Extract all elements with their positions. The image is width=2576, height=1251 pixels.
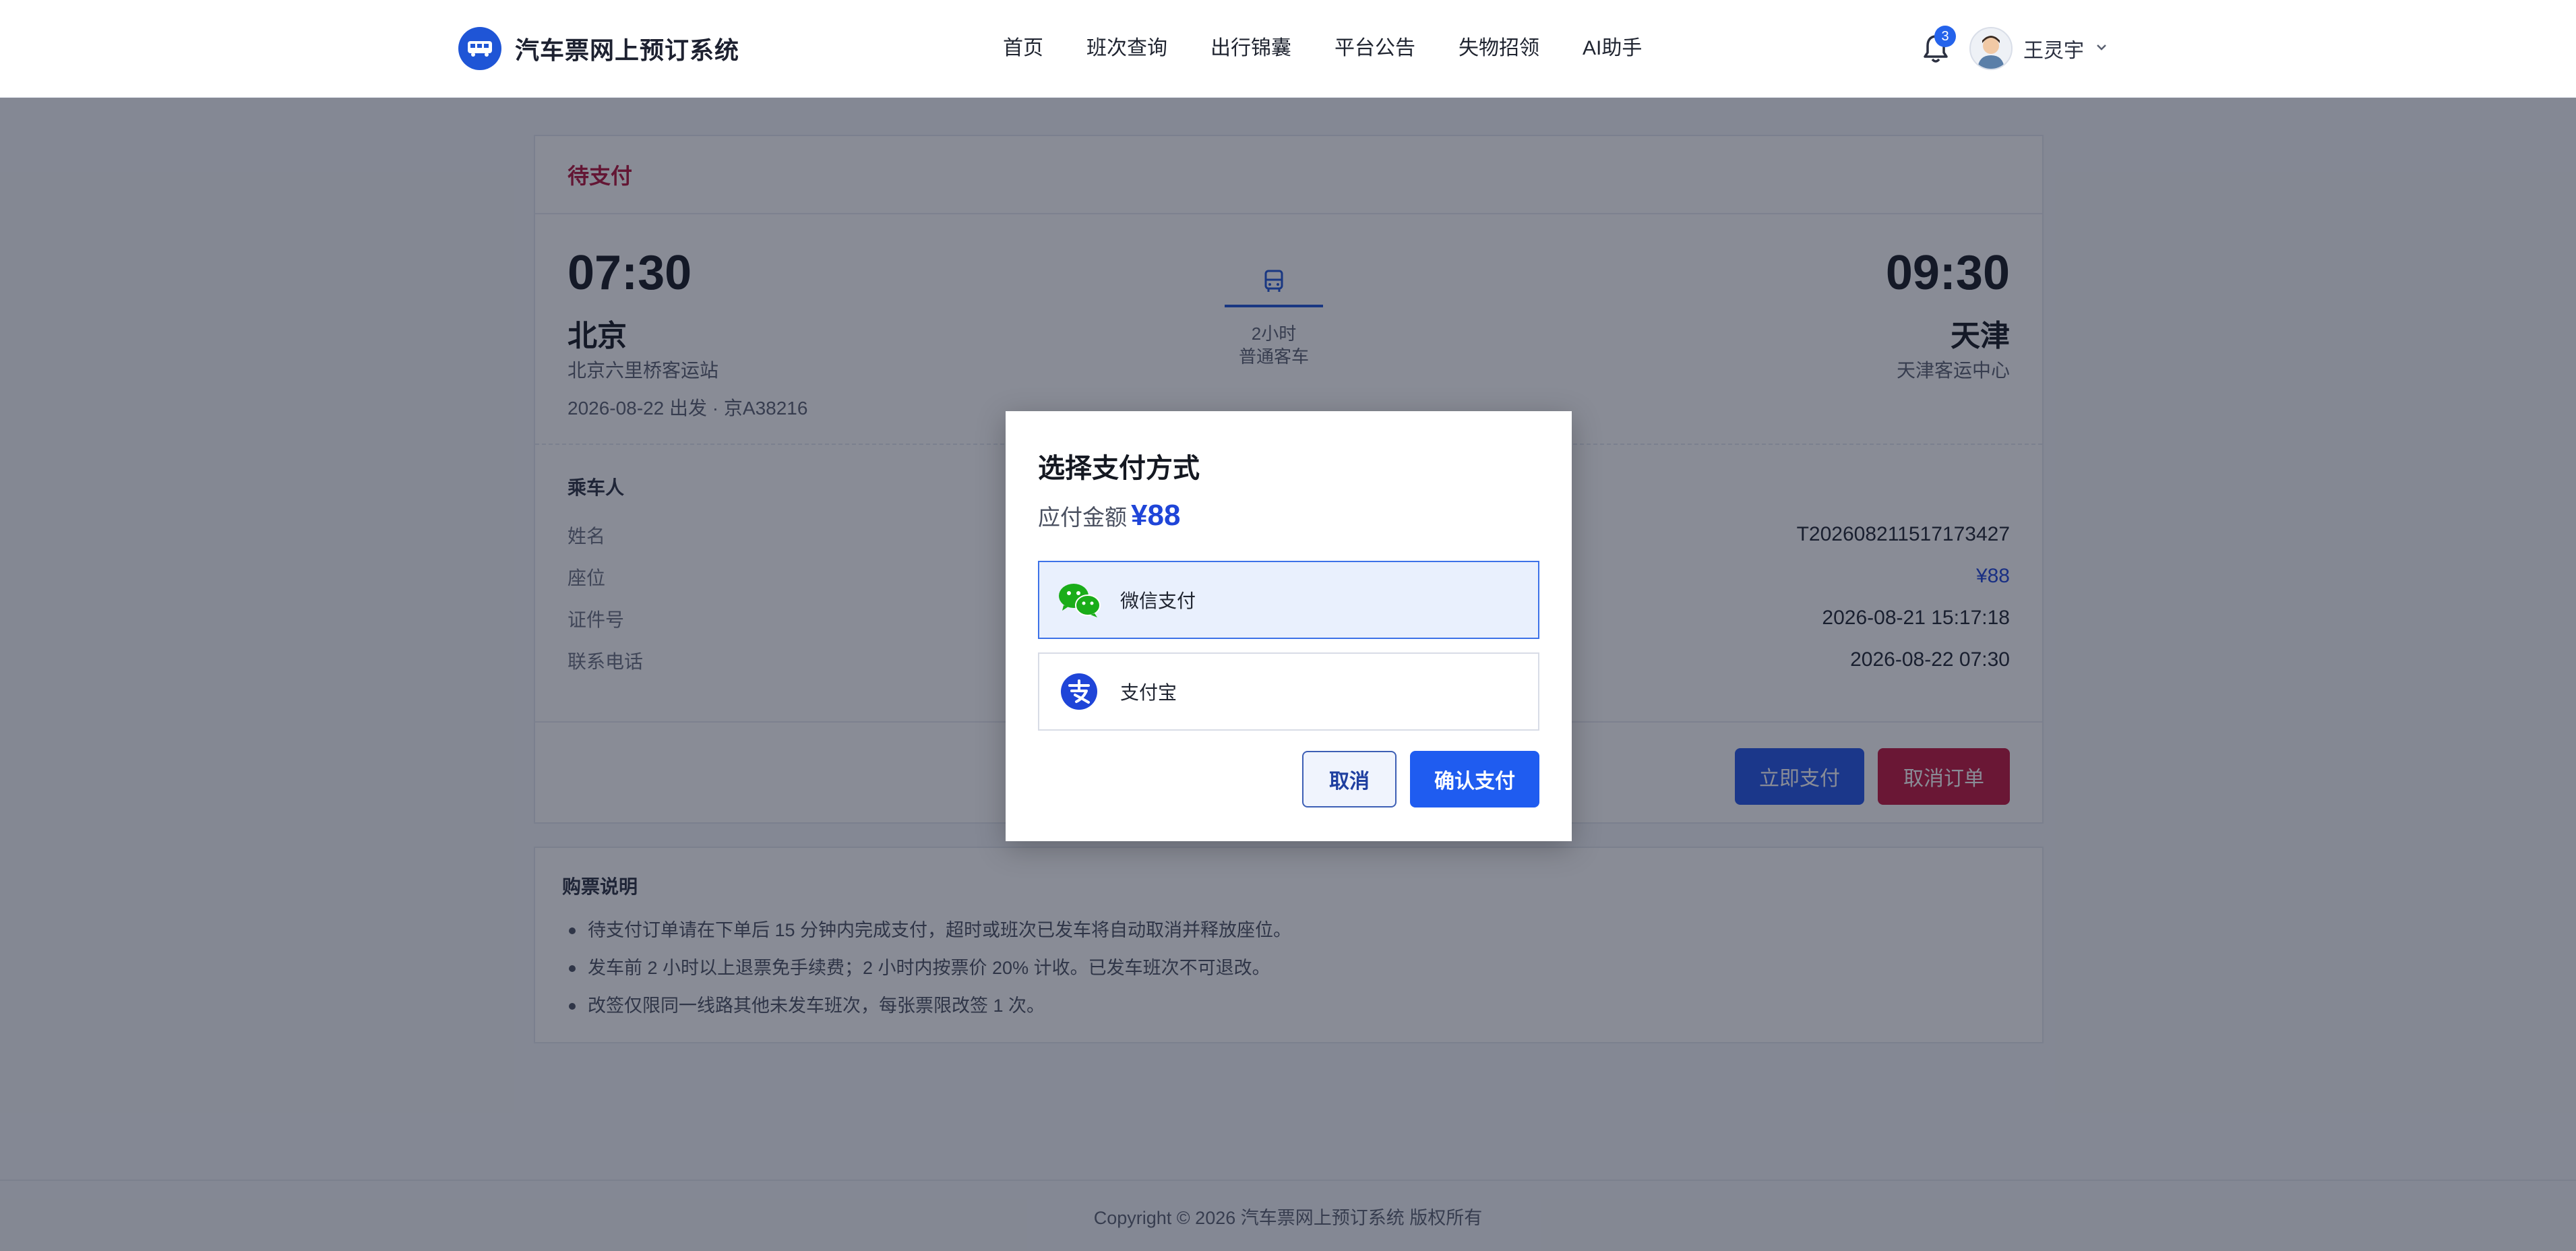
wechat-pay-option[interactable]: 微信支付 [1038, 561, 1539, 639]
nav-home[interactable]: 首页 [1003, 32, 1043, 65]
modal-cancel-button[interactable]: 取消 [1302, 751, 1397, 807]
wechat-pay-icon [1057, 578, 1101, 622]
confirm-payment-button[interactable]: 确认支付 [1410, 751, 1539, 807]
amount-value: ¥88 [1131, 499, 1181, 532]
nav-schedule-search[interactable]: 班次查询 [1086, 32, 1167, 65]
alipay-icon [1057, 669, 1101, 714]
payment-method-modal: 选择支付方式 应付金额 ¥88 微信支付 支付宝 取消 确认支付 [1006, 411, 1572, 841]
user-menu[interactable]: 王灵宇 [1969, 26, 2107, 71]
nav-travel-tips[interactable]: 出行锦囊 [1210, 32, 1291, 65]
nav-ai-assistant[interactable]: AI助手 [1583, 32, 1642, 65]
top-header: 汽车票网上预订系统 首页 班次查询 出行锦囊 平台公告 失物招领 AI助手 3 … [0, 0, 2576, 98]
main-nav: 首页 班次查询 出行锦囊 平台公告 失物招领 AI助手 [1003, 32, 1642, 65]
user-name: 王灵宇 [2023, 40, 2084, 62]
amount-row: 应付金额 ¥88 [1038, 499, 1180, 532]
modal-title: 选择支付方式 [1038, 454, 1200, 483]
alipay-label: 支付宝 [1120, 682, 1177, 703]
wechat-pay-label: 微信支付 [1120, 590, 1196, 611]
alipay-option[interactable]: 支付宝 [1038, 652, 1539, 731]
amount-label: 应付金额 [1038, 505, 1127, 530]
nav-announcements[interactable]: 平台公告 [1335, 32, 1415, 65]
site-title: 汽车票网上预订系统 [515, 36, 740, 64]
brand[interactable]: 汽车票网上预订系统 [458, 27, 739, 70]
nav-lost-found[interactable]: 失物招领 [1459, 32, 1539, 65]
bus-icon [458, 27, 501, 70]
notification-badge: 3 [1934, 26, 1956, 47]
chevron-down-icon [2096, 42, 2107, 55]
avatar [1969, 27, 2013, 70]
